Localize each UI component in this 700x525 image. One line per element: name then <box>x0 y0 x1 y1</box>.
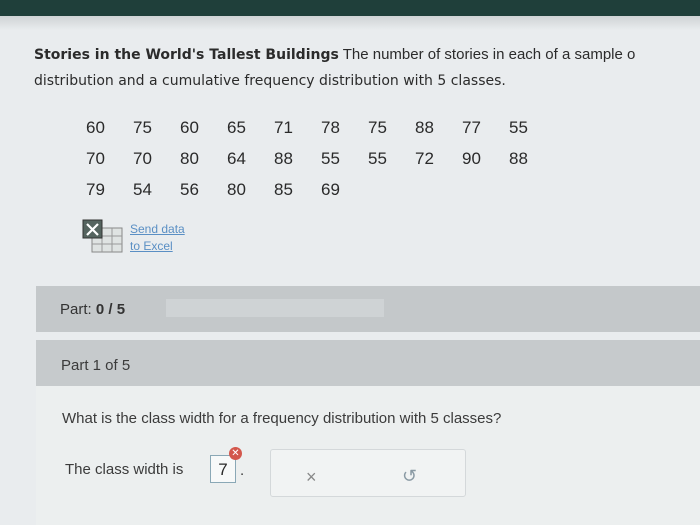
excel-icon[interactable] <box>82 218 124 254</box>
top-bar <box>0 0 700 16</box>
progress-value: 0 / 5 <box>95 301 126 318</box>
data-cell: 88 <box>415 117 434 137</box>
data-cell: 55 <box>509 117 528 137</box>
data-row: 70 70 80 64 88 55 55 72 90 88 <box>72 143 542 174</box>
data-cell: 80 <box>180 148 199 168</box>
answer-suffix: . <box>240 462 245 479</box>
data-cell <box>401 174 448 205</box>
data-cell: 88 <box>509 148 528 168</box>
data-cell: 90 <box>462 148 481 168</box>
data-cell: 65 <box>227 117 246 137</box>
data-cell: 88 <box>274 148 293 168</box>
clear-button[interactable]: × <box>306 468 317 486</box>
data-cell: 75 <box>368 117 387 137</box>
problem-title: Stories in the World's Tallest Buildings <box>34 47 339 63</box>
incorrect-x-icon: ✕ <box>229 447 242 460</box>
data-cell: 85 <box>274 179 293 199</box>
data-cell: 55 <box>368 148 387 168</box>
problem-statement: Stories in the World's Tallest Buildings… <box>34 42 700 94</box>
data-cell <box>448 174 495 205</box>
part-header <box>36 340 700 386</box>
data-cell: 69 <box>321 179 340 199</box>
progress-track <box>166 299 384 317</box>
data-row: 79 54 56 80 85 69 <box>72 174 542 205</box>
data-cell: 55 <box>321 148 340 168</box>
progress-label: Part: 0 / 5 <box>60 301 125 318</box>
send-to-excel-link[interactable]: Send data to Excel <box>130 221 185 255</box>
data-cell: 72 <box>415 148 434 168</box>
answer-tools <box>270 449 466 497</box>
data-cell <box>495 174 542 205</box>
data-cell: 56 <box>180 179 199 199</box>
problem-text-line1: The number of stories in each of a sampl… <box>338 46 636 63</box>
part-header-label: Part 1 of 5 <box>61 357 131 374</box>
data-cell <box>354 174 401 205</box>
data-row: 60 75 60 65 71 78 75 88 77 55 <box>72 112 542 143</box>
top-bar-shade <box>0 16 700 30</box>
data-cell: 54 <box>133 179 152 199</box>
data-cell: 70 <box>86 148 105 168</box>
data-cell: 70 <box>133 148 152 168</box>
answer-prefix: The class width is <box>65 461 184 478</box>
progress-label-text: Part: <box>60 301 92 318</box>
data-cell: 80 <box>227 179 246 199</box>
question-text: What is the class width for a frequency … <box>62 410 502 427</box>
problem-text-line2: distribution and a cumulative frequency … <box>34 73 506 89</box>
data-cell: 71 <box>274 117 293 137</box>
undo-icon[interactable]: ↺ <box>402 467 417 485</box>
data-cell: 78 <box>321 117 340 137</box>
data-cell: 77 <box>462 117 481 137</box>
data-cell: 60 <box>180 117 199 137</box>
send-to-excel-line1[interactable]: Send data <box>130 222 185 236</box>
data-cell: 60 <box>86 117 105 137</box>
send-to-excel-line2[interactable]: to Excel <box>130 239 173 253</box>
data-table: 60 75 60 65 71 78 75 88 77 55 70 70 80 6… <box>72 112 542 205</box>
data-cell: 64 <box>227 148 246 168</box>
data-cell: 75 <box>133 117 152 137</box>
data-cell: 79 <box>86 179 105 199</box>
